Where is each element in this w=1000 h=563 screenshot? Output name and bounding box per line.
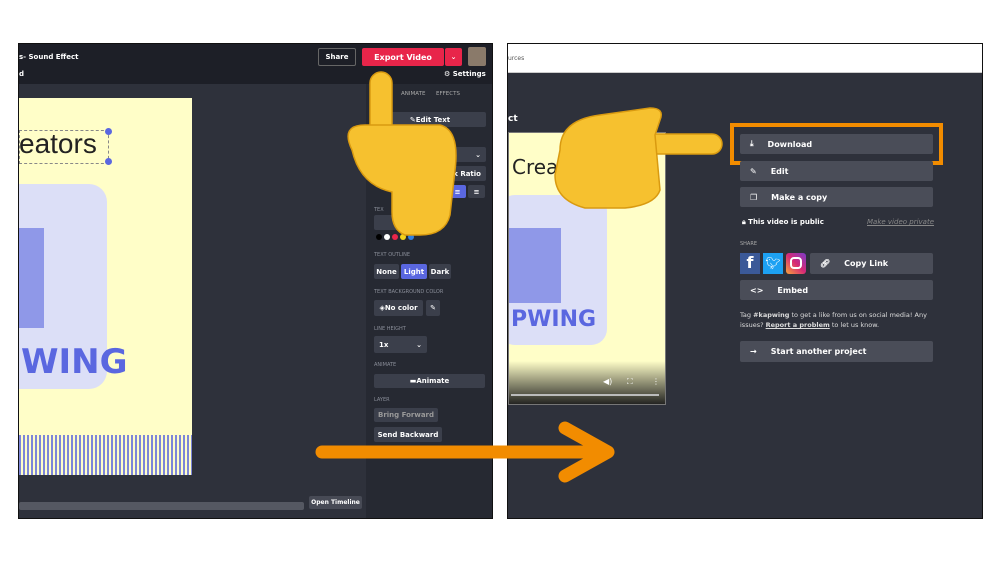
pointing-up-hand-icon [347,71,457,236]
annotation-overlay [315,71,723,483]
orange-arrow [315,421,615,483]
pointing-right-hand-icon [554,107,723,209]
